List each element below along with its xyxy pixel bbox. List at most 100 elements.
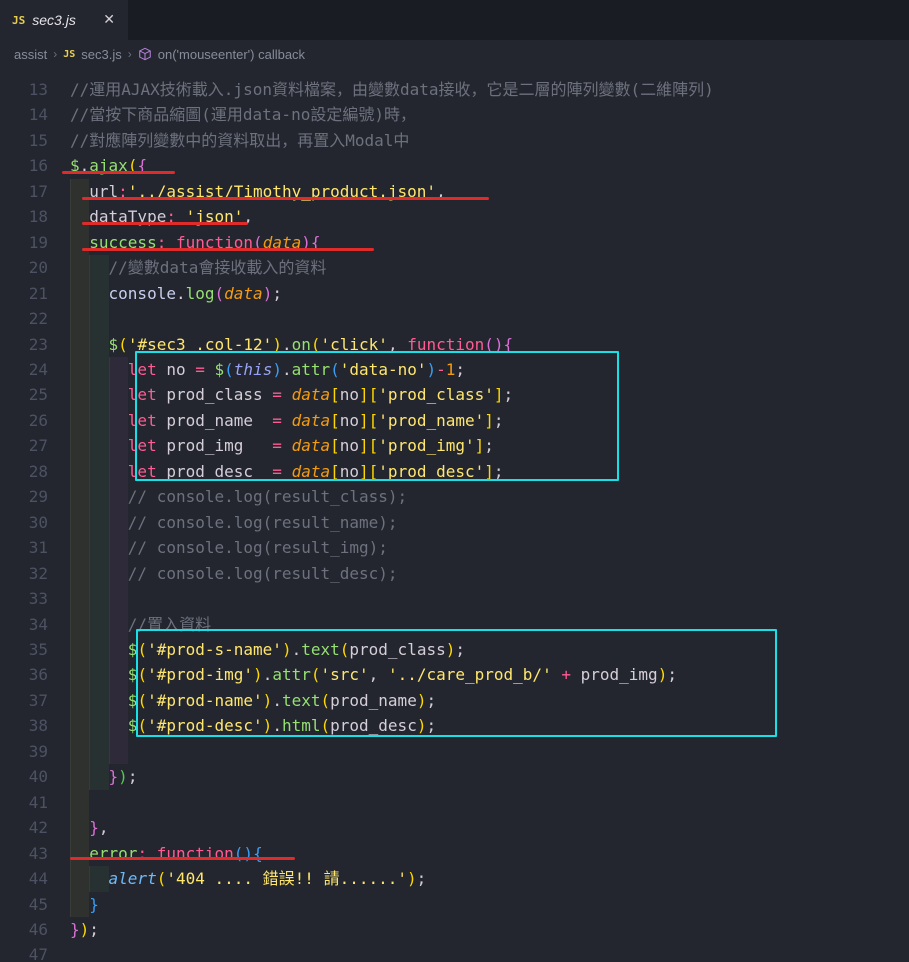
line-number: 38 bbox=[0, 713, 48, 738]
code-line-29[interactable]: 29 // console.log(result_class); bbox=[0, 484, 909, 509]
code-line-46[interactable]: 46}); bbox=[0, 917, 909, 942]
close-icon[interactable]: ✕ bbox=[100, 11, 118, 29]
code-line-21[interactable]: 21 console.log(data); bbox=[0, 281, 909, 306]
code-line-34[interactable]: 34 //置入資料 bbox=[0, 612, 909, 637]
code-token: let bbox=[128, 385, 157, 404]
code-line-47[interactable]: 47 bbox=[0, 942, 909, 962]
code-token: this bbox=[234, 360, 273, 379]
code-line-40[interactable]: 40 }); bbox=[0, 764, 909, 789]
code-token: no bbox=[157, 360, 196, 379]
code-line-36[interactable]: 36 $('#prod-img').attr('src', '../care_p… bbox=[0, 662, 909, 687]
code-editor[interactable]: 13//運用AJAX技術載入.json資料檔案，由變數data接收，它是二層的陣… bbox=[0, 68, 909, 962]
code-content: }); bbox=[48, 764, 137, 789]
code-line-24[interactable]: 24 let no = $(this).attr('data-no')-1; bbox=[0, 357, 909, 382]
code-token: ; bbox=[494, 462, 504, 481]
code-line-25[interactable]: 25 let prod_class = data[no]['prod_class… bbox=[0, 382, 909, 407]
code-token: ( bbox=[234, 844, 244, 863]
code-token: ) bbox=[243, 844, 253, 863]
code-line-32[interactable]: 32 // console.log(result_desc); bbox=[0, 561, 909, 586]
code-line-41[interactable]: 41 bbox=[0, 790, 909, 815]
code-token bbox=[70, 716, 128, 735]
code-line-26[interactable]: 26 let prod_name = data[no]['prod_name']… bbox=[0, 408, 909, 433]
code-content: let prod_img = data[no]['prod_img']; bbox=[48, 433, 494, 458]
code-line-42[interactable]: 42 }, bbox=[0, 815, 909, 840]
code-line-15[interactable]: 15//對應陣列變數中的資料取出，再置入Modal中 bbox=[0, 128, 909, 153]
line-number: 28 bbox=[0, 459, 48, 484]
symbol-cube-icon[interactable] bbox=[138, 47, 152, 61]
code-line-31[interactable]: 31 // console.log(result_img); bbox=[0, 535, 909, 560]
line-number: 40 bbox=[0, 764, 48, 789]
code-content: //對應陣列變數中的資料取出，再置入Modal中 bbox=[48, 128, 409, 153]
code-token: ) bbox=[272, 360, 282, 379]
code-line-28[interactable]: 28 let prod_desc = data[no]['prod_desc']… bbox=[0, 459, 909, 484]
code-line-16[interactable]: 16$.ajax({ bbox=[0, 153, 909, 178]
indent-guide bbox=[70, 790, 89, 815]
code-token: ; bbox=[272, 284, 282, 303]
chevron-right-icon: › bbox=[53, 47, 57, 61]
code-token: [ bbox=[369, 462, 379, 481]
code-token: ) bbox=[80, 920, 90, 939]
code-token: , bbox=[388, 335, 407, 354]
code-line-14[interactable]: 14//當按下商品縮圖(運用data-no設定編號)時， bbox=[0, 102, 909, 127]
code-token: { bbox=[504, 335, 514, 354]
line-number: 36 bbox=[0, 662, 48, 687]
code-line-38[interactable]: 38 $('#prod-desc').html(prod_desc); bbox=[0, 713, 909, 738]
code-token: '#prod-img' bbox=[147, 665, 253, 684]
code-token: attr bbox=[292, 360, 331, 379]
code-token: { bbox=[137, 156, 147, 175]
code-line-43[interactable]: 43 error: function(){ bbox=[0, 841, 909, 866]
breadcrumb-item[interactable]: assist bbox=[14, 47, 47, 62]
code-line-19[interactable]: 19 success: function(data){ bbox=[0, 230, 909, 255]
code-token bbox=[70, 436, 128, 455]
code-token: // console.log(result_img); bbox=[128, 538, 388, 557]
code-line-18[interactable]: 18 dataType: 'json', bbox=[0, 204, 909, 229]
line-number: 20 bbox=[0, 255, 48, 280]
line-number: 45 bbox=[0, 892, 48, 917]
code-token: ; bbox=[504, 385, 514, 404]
code-content: error: function(){ bbox=[48, 841, 263, 866]
code-token: ) bbox=[658, 665, 668, 684]
code-line-13[interactable]: 13//運用AJAX技術載入.json資料檔案，由變數data接收，它是二層的陣… bbox=[0, 77, 909, 102]
code-token bbox=[70, 767, 109, 786]
breadcrumb-item[interactable]: sec3.js bbox=[81, 47, 121, 62]
code-line-30[interactable]: 30 // console.log(result_name); bbox=[0, 510, 909, 535]
code-token bbox=[70, 895, 89, 914]
javascript-file-icon[interactable]: JS bbox=[63, 49, 75, 60]
code-line-39[interactable]: 39 bbox=[0, 739, 909, 764]
code-token: ; bbox=[426, 691, 436, 710]
code-content: // console.log(result_class); bbox=[48, 484, 407, 509]
tab-sec3js[interactable]: JS sec3.js ✕ bbox=[0, 0, 128, 40]
code-token: ; bbox=[494, 411, 504, 430]
code-token: no bbox=[340, 462, 359, 481]
code-line-35[interactable]: 35 $('#prod-s-name').text(prod_class); bbox=[0, 637, 909, 662]
code-token: data bbox=[224, 284, 263, 303]
breadcrumb-item[interactable]: on('mouseenter') callback bbox=[158, 47, 305, 62]
code-token: no bbox=[340, 385, 359, 404]
code-token: text bbox=[282, 691, 321, 710]
code-content: let no = $(this).attr('data-no')-1; bbox=[48, 357, 465, 382]
code-line-37[interactable]: 37 $('#prod-name').text(prod_name); bbox=[0, 688, 909, 713]
code-line-20[interactable]: 20 //變數data會接收載入的資料 bbox=[0, 255, 909, 280]
code-token bbox=[282, 411, 292, 430]
code-line-22[interactable]: 22 bbox=[0, 306, 909, 331]
code-token: prod_name bbox=[157, 411, 273, 430]
indent-guide bbox=[70, 739, 89, 764]
code-token: ; bbox=[128, 767, 138, 786]
line-number: 25 bbox=[0, 382, 48, 407]
code-token: 'prod_name' bbox=[378, 411, 484, 430]
code-token: 'prod_desc' bbox=[378, 462, 484, 481]
code-line-33[interactable]: 33 bbox=[0, 586, 909, 611]
code-content: //運用AJAX技術載入.json資料檔案，由變數data接收，它是二層的陣列變… bbox=[48, 77, 714, 102]
code-content: $.ajax({ bbox=[48, 153, 147, 178]
code-line-17[interactable]: 17 url:'../assist/Timothy_product.json', bbox=[0, 179, 909, 204]
line-number: 44 bbox=[0, 866, 48, 891]
code-token: : bbox=[157, 233, 167, 252]
code-line-45[interactable]: 45 } bbox=[0, 892, 909, 917]
code-token bbox=[282, 436, 292, 455]
code-line-23[interactable]: 23 $('#sec3 .col-12').on('click', functi… bbox=[0, 332, 909, 357]
code-token bbox=[70, 284, 109, 303]
code-token: ] bbox=[475, 436, 485, 455]
code-line-27[interactable]: 27 let prod_img = data[no]['prod_img']; bbox=[0, 433, 909, 458]
code-line-44[interactable]: 44 alert('404 .... 錯誤!! 請......'); bbox=[0, 866, 909, 891]
code-content: $('#prod-s-name').text(prod_class); bbox=[48, 637, 465, 662]
